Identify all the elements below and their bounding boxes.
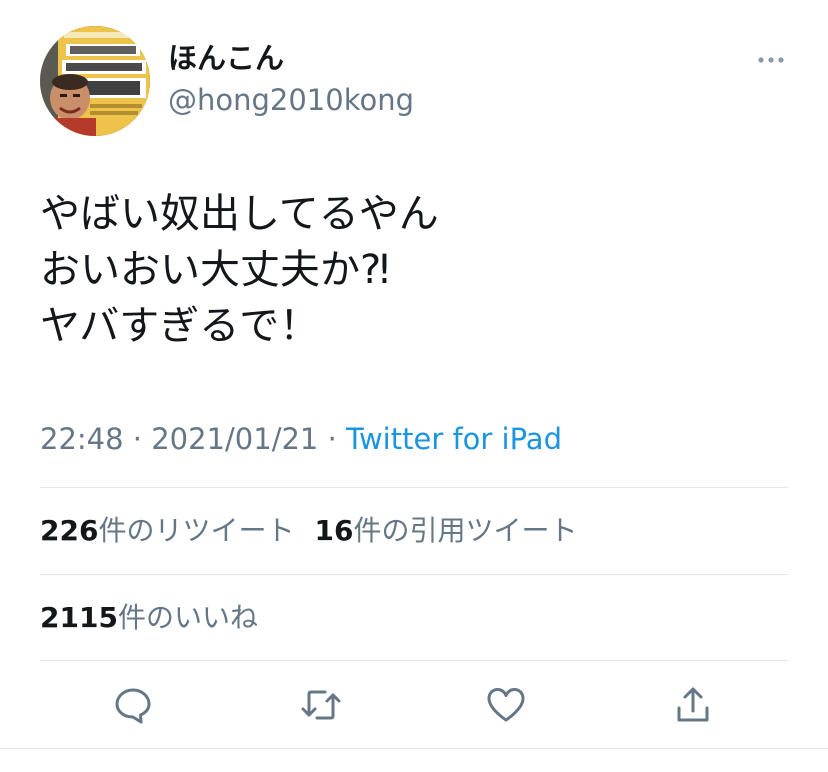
likes-label: 件のいいね xyxy=(117,601,258,634)
meta-separator: · xyxy=(132,422,143,456)
likes-stats: 2115件のいいね xyxy=(40,598,258,638)
divider xyxy=(40,487,788,488)
reply-button[interactable] xyxy=(111,683,155,727)
share-upload-icon xyxy=(677,687,709,722)
more-dots-icon[interactable] xyxy=(756,50,786,70)
avatar-image xyxy=(40,26,150,136)
tweet-text: やばい奴出してるやん おいおい大丈夫か⁈ ヤバすぎるで！ xyxy=(40,186,790,354)
divider xyxy=(40,574,788,575)
tweet-text-line: ヤバすぎるで！ xyxy=(40,303,320,349)
retweets-count: 226 xyxy=(40,514,99,547)
quotes-stat[interactable]: 16件の引用ツイート xyxy=(314,511,577,551)
retweets-stat[interactable]: 226件のリツイート xyxy=(40,511,294,551)
quotes-label: 件の引用ツイート xyxy=(353,514,578,547)
tweet-text-line: やばい奴出してるやん xyxy=(40,191,439,237)
like-button[interactable] xyxy=(484,683,528,727)
reply-bubble-icon xyxy=(115,688,151,724)
tweet-text-line: おいおい大丈夫か⁈ xyxy=(40,247,390,293)
engagement-stats: 226件のリツイート 16件の引用ツイート xyxy=(40,511,577,551)
heart-icon xyxy=(487,688,525,722)
likes-count: 2115 xyxy=(40,601,118,634)
retweets-label: 件のリツイート xyxy=(98,514,295,547)
retweet-button[interactable] xyxy=(299,683,343,727)
display-name[interactable]: ほんこん xyxy=(168,40,284,76)
likes-stat[interactable]: 2115件のいいね xyxy=(40,598,258,638)
share-button[interactable] xyxy=(671,683,715,727)
tweet-source-link[interactable]: Twitter for iPad xyxy=(346,422,562,456)
retweet-arrows-icon xyxy=(301,690,341,720)
meta-separator: · xyxy=(327,422,337,456)
quotes-count: 16 xyxy=(314,514,354,547)
tweet-date[interactable]: 2021/01/21 xyxy=(151,422,318,456)
bottom-divider xyxy=(0,748,828,749)
tweet-meta: 22:48 · 2021/01/21 · Twitter for iPad xyxy=(40,419,562,459)
avatar[interactable] xyxy=(40,26,150,136)
tweet-detail: ほんこん @hong2010kong やばい奴出してるやん おいおい大丈夫か⁈ … xyxy=(0,0,828,772)
divider xyxy=(40,660,788,661)
user-handle[interactable]: @hong2010kong xyxy=(168,82,414,118)
tweet-time[interactable]: 22:48 xyxy=(40,422,124,456)
